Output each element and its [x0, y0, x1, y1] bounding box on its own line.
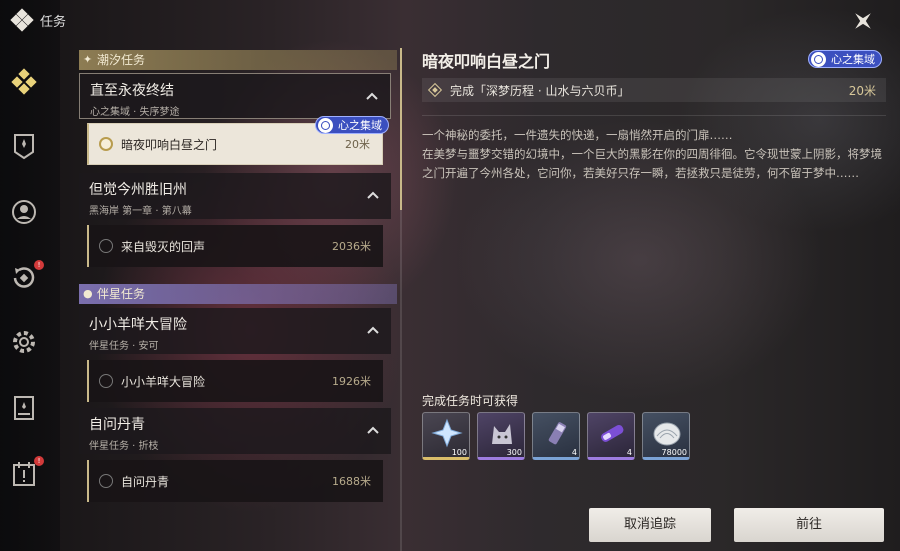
- reward-count: 4: [571, 448, 577, 457]
- quest-region-tag: 心之集域: [315, 116, 389, 134]
- sidebar-item-quests[interactable]: [8, 66, 40, 98]
- star-icon: ✦: [83, 53, 93, 66]
- sidebar-item-companion[interactable]: [8, 196, 40, 228]
- quest-group[interactable]: 直至永夜终结 心之集域 · 失序梦途: [79, 73, 391, 119]
- objective-text: 完成「深梦历程 · 山水与六贝币」: [450, 83, 630, 98]
- untrack-button[interactable]: 取消追踪: [589, 508, 711, 542]
- tag-label: 心之集域: [338, 119, 382, 132]
- group-name: 直至永夜终结: [90, 83, 174, 99]
- achievement-icon: [14, 134, 34, 160]
- quest-status-icon: [99, 239, 113, 253]
- category-companion-quests[interactable]: ● 伴星任务: [79, 284, 397, 304]
- quest-item[interactable]: 自问丹青 1688米: [87, 460, 383, 502]
- notification-badge: !: [34, 260, 44, 270]
- go-button[interactable]: 前往: [734, 508, 884, 542]
- quest-item[interactable]: 来自毁灭的回声 2036米: [87, 225, 383, 267]
- daily-icon: [13, 267, 35, 288]
- quest-status-icon: [99, 374, 113, 388]
- quest-group[interactable]: 自问丹青 伴星任务 · 折枝: [79, 408, 391, 454]
- divider: [422, 115, 886, 116]
- quest-logo-icon: [10, 8, 34, 32]
- page-title: 任务: [40, 14, 67, 30]
- desc-line: 一个神秘的委托，一件遗失的快递，一扇悄然开启的门扉……: [422, 128, 733, 142]
- wolf-echo-icon: [492, 424, 512, 444]
- quest-name: 暗夜叩响白昼之门: [121, 137, 218, 152]
- rewards-title: 完成任务时可获得: [422, 394, 519, 408]
- quest-group[interactable]: 但觉今州胜旧州 黑海岸 第一章 · 第八幕: [79, 173, 391, 219]
- close-button[interactable]: [850, 8, 876, 34]
- reward-count: 78000: [661, 448, 687, 457]
- quest-description: 一个神秘的委托，一件遗失的快递，一扇悄然开启的门扉…… 在美梦与噩梦交错的幻境中…: [422, 126, 886, 183]
- quest-name: 小小羊咩大冒险: [121, 374, 206, 389]
- settings-icon: [13, 331, 35, 353]
- sidebar-item-daily[interactable]: !: [8, 260, 44, 294]
- chevron-up-icon: [367, 191, 379, 199]
- chevron-up-icon: [367, 426, 379, 434]
- sidebar-item-achievements[interactable]: [8, 130, 40, 162]
- quest-distance: 2036米: [332, 240, 371, 253]
- category-label: 潮汐任务: [97, 53, 146, 67]
- objective-diamond-icon: [427, 82, 443, 98]
- reward-count: 4: [626, 448, 632, 457]
- group-subtitle: 伴星任务 · 折枝: [89, 441, 159, 452]
- objective-row[interactable]: 完成「深梦历程 · 山水与六贝币」 20米: [422, 78, 886, 102]
- group-subtitle: 伴星任务 · 安可: [89, 341, 159, 352]
- capsule-icon: [601, 425, 624, 442]
- quest-distance: 1688米: [332, 475, 371, 488]
- sidebar-item-events[interactable]: !: [8, 456, 44, 490]
- dream-realm-icon: [811, 52, 826, 67]
- quest-status-icon: [99, 137, 113, 151]
- notification-badge: !: [34, 456, 44, 466]
- reward-item[interactable]: 100: [422, 412, 470, 460]
- reward-item[interactable]: 300: [477, 412, 525, 460]
- group-subtitle: 黑海岸 第一章 · 第八幕: [89, 206, 192, 217]
- rewards-list: 100 300 4 4 78000: [422, 412, 690, 460]
- category-label: 伴星任务: [97, 287, 146, 301]
- quest-list: ✦ 潮汐任务 直至永夜终结 心之集域 · 失序梦途 暗夜叩响白昼之门 20米 心…: [67, 48, 397, 551]
- objective-distance: 20米: [848, 83, 876, 98]
- reward-item[interactable]: 4: [587, 412, 635, 460]
- shell-coin-icon: [653, 422, 681, 446]
- reward-count: 300: [506, 448, 522, 457]
- quest-item[interactable]: 小小羊咩大冒险 1926米: [87, 360, 383, 402]
- list-scroll-thumb[interactable]: [400, 48, 402, 210]
- quest-group[interactable]: 小小羊咩大冒险 伴星任务 · 安可: [79, 308, 391, 354]
- quest-detail: 暗夜叩响白昼之门 心之集域 完成「深梦历程 · 山水与六贝币」 20米 一个神秘…: [422, 48, 886, 180]
- person-icon: ●: [83, 287, 93, 300]
- desc-line: 在美梦与噩梦交错的幻境中，一个巨大的黑影在你的四周徘徊。它令现世蒙上阴影，将梦境…: [422, 147, 882, 180]
- potion-icon: [548, 422, 567, 445]
- quest-distance: 1926米: [332, 375, 371, 388]
- quest-name: 自问丹青: [121, 474, 170, 489]
- category-tidal-quests[interactable]: ✦ 潮汐任务: [79, 50, 397, 70]
- companion-icon: [12, 200, 36, 224]
- reward-item[interactable]: 78000: [642, 412, 690, 460]
- close-icon: [855, 13, 871, 29]
- sidebar-item-journal[interactable]: [8, 392, 40, 424]
- journal-icon: [14, 396, 34, 420]
- group-name: 自问丹青: [89, 417, 145, 433]
- chevron-up-icon: [367, 326, 379, 334]
- dream-realm-icon: [318, 118, 333, 133]
- tag-label: 心之集域: [831, 53, 875, 66]
- quest-status-icon: [99, 474, 113, 488]
- quest-name: 来自毁灭的回声: [121, 239, 206, 254]
- quest-icon: [11, 68, 37, 95]
- event-icon: [13, 462, 35, 486]
- chevron-up-icon: [366, 92, 378, 100]
- quest-distance: 20米: [345, 138, 370, 151]
- group-name: 小小羊咩大冒险: [89, 317, 187, 333]
- sidebar-item-settings[interactable]: [8, 326, 40, 358]
- detail-region-tag: 心之集域: [808, 50, 882, 68]
- group-name: 但觉今州胜旧州: [89, 182, 187, 198]
- top-bar: 任务: [10, 8, 67, 32]
- reward-count: 100: [451, 448, 467, 457]
- reward-item[interactable]: 4: [532, 412, 580, 460]
- crystal-icon: [431, 418, 463, 448]
